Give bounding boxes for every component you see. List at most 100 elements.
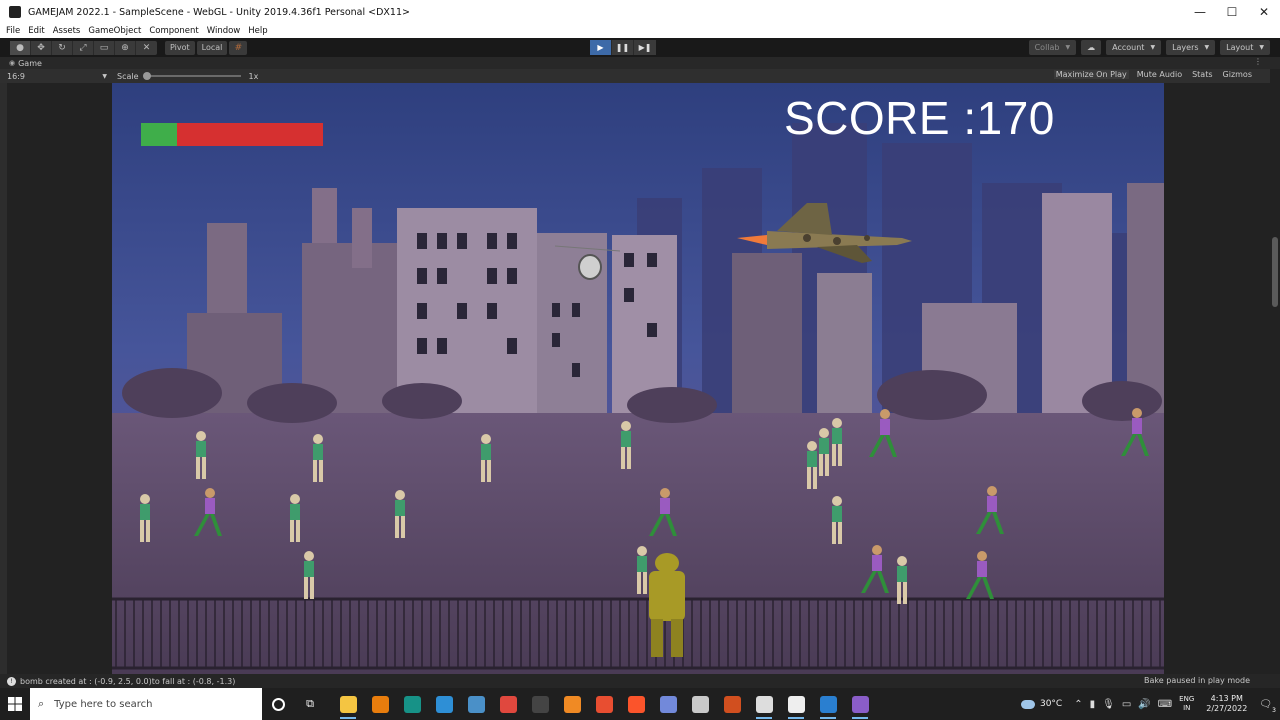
- photos-icon[interactable]: [460, 688, 492, 720]
- custom-tool-icon[interactable]: ✕: [136, 41, 157, 55]
- score-display: SCORE :170: [784, 92, 1055, 144]
- taskbar-search[interactable]: ⌕ Type here to search: [30, 688, 262, 720]
- layers-label: Layers: [1172, 43, 1199, 52]
- chevron-down-icon: ▼: [1150, 44, 1156, 51]
- move-tool-icon[interactable]: ✥: [31, 40, 52, 55]
- language-code: ENG: [1179, 695, 1195, 703]
- layout-dropdown[interactable]: Layout ▼: [1220, 40, 1270, 55]
- image-viewer-icon[interactable]: [812, 688, 844, 720]
- console-message[interactable]: bomb created at : (-0.9, 2.5, 0.0)to fal…: [20, 677, 235, 686]
- menu-assets[interactable]: Assets: [53, 26, 81, 36]
- region-code: IN: [1183, 704, 1191, 712]
- paint-icon[interactable]: [716, 688, 748, 720]
- cloud-button[interactable]: ☁: [1081, 40, 1102, 55]
- chrome-icon[interactable]: [492, 688, 524, 720]
- maximize-on-play-toggle[interactable]: Maximize On Play: [1053, 70, 1129, 79]
- account-dropdown[interactable]: Account ▼: [1106, 40, 1162, 55]
- scale-label: Scale: [117, 71, 139, 81]
- git-glyph: [595, 695, 613, 713]
- chevron-up-icon[interactable]: ⌃: [1074, 699, 1082, 710]
- bake-status: Bake paused in play mode: [1144, 676, 1250, 685]
- close-button[interactable]: ✕: [1248, 0, 1280, 24]
- sublime-icon[interactable]: [556, 688, 588, 720]
- stats-toggle[interactable]: Stats: [1190, 70, 1214, 79]
- menu-help[interactable]: Help: [248, 26, 267, 36]
- window-title: GAMEJAM 2022.1 - SampleScene - WebGL - U…: [28, 6, 410, 18]
- language-indicator[interactable]: ENG IN: [1179, 695, 1194, 713]
- rect-tool-icon[interactable]: ▭: [94, 40, 115, 55]
- minimize-button[interactable]: —: [1184, 0, 1216, 24]
- volume-icon[interactable]: 🔊: [1138, 699, 1150, 710]
- display-icon[interactable]: ▭: [1122, 699, 1131, 710]
- kebab-menu-icon[interactable]: ⋮: [1254, 57, 1262, 66]
- clock[interactable]: 4:13 PM 2/27/2022: [1206, 694, 1247, 714]
- local-toggle[interactable]: Local: [196, 40, 228, 55]
- notification-icon[interactable]: 🗨 3: [1259, 699, 1276, 714]
- start-button[interactable]: [0, 688, 30, 720]
- hand-tool-icon[interactable]: ●: [10, 40, 31, 55]
- git-icon[interactable]: [588, 688, 620, 720]
- menu-bar: File Edit Assets GameObject Component Wi…: [0, 24, 1280, 38]
- menu-file[interactable]: File: [6, 26, 20, 36]
- clock-time: 4:13 PM: [1210, 694, 1243, 703]
- visual-studio-icon[interactable]: [844, 688, 876, 720]
- keyboard-icon[interactable]: ⌨: [1158, 699, 1172, 710]
- clock-date: 2/27/2022: [1206, 704, 1248, 713]
- menu-gameobject[interactable]: GameObject: [88, 26, 141, 36]
- menu-edit[interactable]: Edit: [28, 26, 44, 36]
- gitkraken-icon[interactable]: [396, 688, 428, 720]
- terminal-icon[interactable]: [524, 688, 556, 720]
- pause-button[interactable]: ❚❚: [612, 40, 634, 55]
- windows-taskbar: ⌕ Type here to search ⧉ 30°C ⌃ ▮ 🎙 ▭ 🔊 ⌨…: [0, 688, 1280, 720]
- pivot-toggle[interactable]: Pivot: [165, 40, 195, 55]
- main-toolbar: ● ✥ ↻ ⤢ ▭ ⊕ ✕ Pivot Local # ▶ ❚❚ ▶❚ Coll…: [0, 38, 1280, 57]
- brave-icon[interactable]: [620, 688, 652, 720]
- maximize-button[interactable]: ☐: [1216, 0, 1248, 24]
- file-explorer-glyph: [339, 695, 357, 713]
- edge-icon[interactable]: [428, 688, 460, 720]
- gizmos-dropdown[interactable]: Gizmos: [1221, 70, 1254, 79]
- weather-widget[interactable]: 30°C: [1020, 699, 1062, 709]
- game-view-toolbar: 16:9 ▼ Scale 1x Maximize On Play Mute Au…: [0, 69, 1270, 83]
- unity-hub-icon[interactable]: [748, 688, 780, 720]
- task-view-icon[interactable]: ⧉: [294, 688, 326, 720]
- step-button[interactable]: ▶❚: [634, 40, 656, 55]
- layers-dropdown[interactable]: Layers ▼: [1166, 40, 1216, 55]
- health-bar-fill: [141, 123, 178, 146]
- tab-game[interactable]: Game: [18, 59, 42, 68]
- microphone-icon[interactable]: 🎙: [1102, 699, 1115, 710]
- info-icon: !: [7, 676, 16, 686]
- file-explorer-icon[interactable]: [332, 688, 364, 720]
- menu-window[interactable]: Window: [207, 26, 241, 36]
- collab-button[interactable]: Collab ▼: [1028, 40, 1077, 55]
- game-tab-bar: ◉ Game ⋮: [0, 57, 1280, 69]
- play-controls: ▶ ❚❚ ▶❚: [590, 40, 656, 55]
- search-placeholder: Type here to search: [54, 698, 153, 710]
- blender-icon[interactable]: [364, 688, 396, 720]
- menu-component[interactable]: Component: [149, 26, 198, 36]
- scrollbar-thumb[interactable]: [1272, 237, 1278, 307]
- scale-slider[interactable]: [142, 72, 241, 80]
- mute-audio-toggle[interactable]: Mute Audio: [1135, 70, 1184, 79]
- scale-tool-icon[interactable]: ⤢: [73, 40, 94, 55]
- vertical-scrollbar[interactable]: [1270, 69, 1280, 674]
- paint-glyph: [723, 695, 741, 713]
- unity-icon[interactable]: [780, 688, 812, 720]
- grid-snap-icon[interactable]: #: [229, 40, 248, 55]
- game-scene: [112, 83, 1164, 674]
- edge-glyph: [435, 695, 453, 713]
- gitkraken-glyph: [403, 695, 421, 713]
- scale-slider-knob[interactable]: [142, 72, 151, 80]
- blender-glyph: [371, 695, 389, 713]
- cortana-icon[interactable]: [262, 688, 294, 720]
- folder-icon[interactable]: [684, 688, 716, 720]
- aspect-dropdown[interactable]: 16:9 ▼: [7, 72, 107, 81]
- step-icon: ▶❚: [638, 43, 652, 52]
- rotate-tool-icon[interactable]: ↻: [52, 40, 73, 55]
- network-icon[interactable]: ▮: [1090, 699, 1096, 710]
- play-button[interactable]: ▶: [590, 40, 612, 55]
- game-canvas[interactable]: SCORE :170: [112, 83, 1164, 674]
- transform-tool-icon[interactable]: ⊕: [115, 40, 136, 55]
- discord-icon[interactable]: [652, 688, 684, 720]
- folder-glyph: [691, 695, 709, 713]
